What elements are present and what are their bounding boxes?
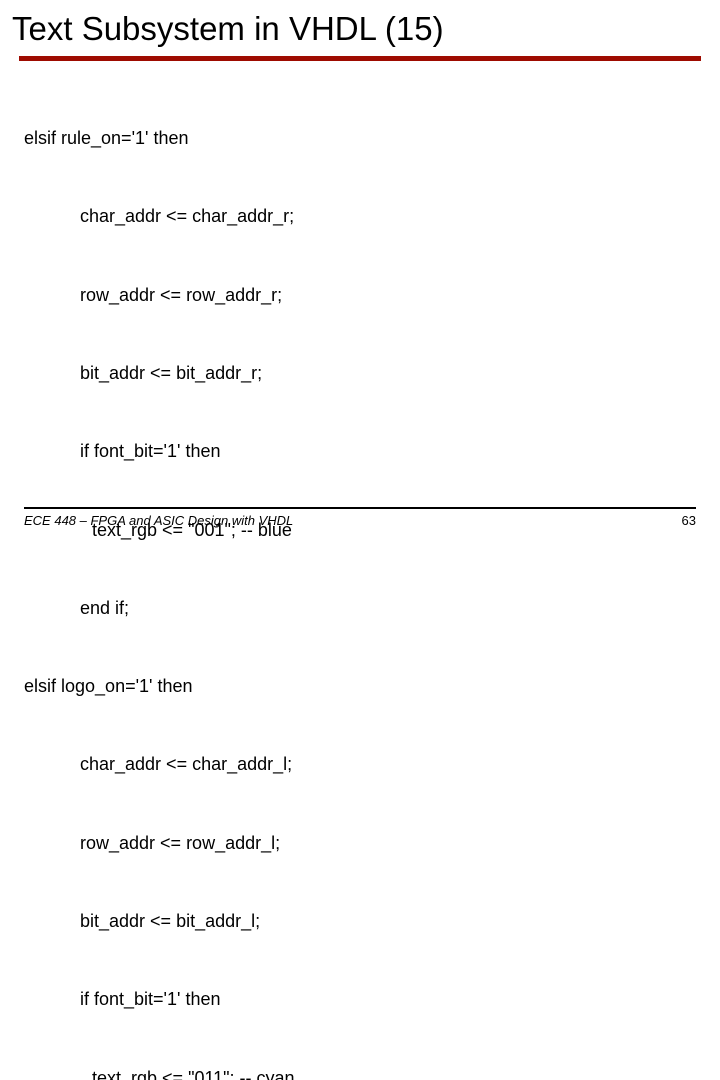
code-line: char_addr <= char_addr_l; — [24, 751, 696, 777]
code-line: if font_bit='1' then — [24, 438, 696, 464]
code-line: bit_addr <= bit_addr_r; — [24, 360, 696, 386]
footer: ECE 448 – FPGA and ASIC Design with VHDL… — [24, 507, 696, 528]
page-number: 63 — [682, 513, 696, 528]
footer-course: ECE 448 – FPGA and ASIC Design with VHDL — [24, 513, 293, 528]
slide: Text Subsystem in VHDL (15) elsif rule_o… — [0, 0, 720, 540]
code-line: row_addr <= row_addr_l; — [24, 830, 696, 856]
code-line: elsif rule_on='1' then — [24, 125, 696, 151]
code-line: text_rgb <= "011"; -- cyan — [24, 1065, 696, 1080]
code-line: char_addr <= char_addr_r; — [24, 203, 696, 229]
code-block: elsif rule_on='1' then char_addr <= char… — [24, 73, 696, 1080]
page-title: Text Subsystem in VHDL (15) — [12, 10, 696, 48]
code-line: if font_bit='1' then — [24, 986, 696, 1012]
code-line: end if; — [24, 595, 696, 621]
code-line: bit_addr <= bit_addr_l; — [24, 908, 696, 934]
code-line: elsif logo_on='1' then — [24, 673, 696, 699]
title-rule — [19, 56, 701, 61]
code-line: row_addr <= row_addr_r; — [24, 282, 696, 308]
